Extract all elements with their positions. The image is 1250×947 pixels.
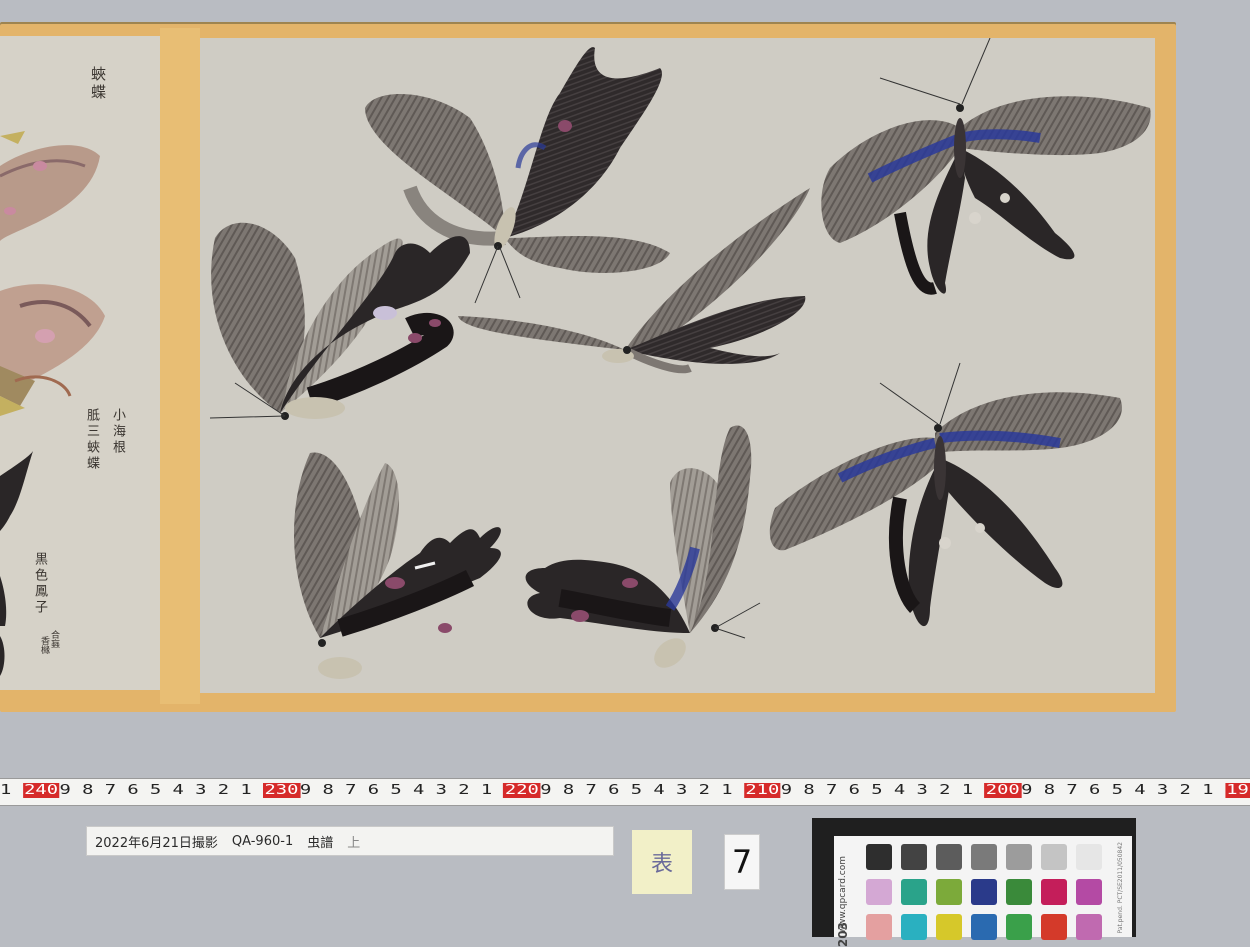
- color-swatch: [901, 879, 927, 905]
- color-swatch: [971, 914, 997, 940]
- volume-label: 上: [347, 835, 361, 851]
- ruler-mm-digits: 9 8 7 6 5 4 3 2 1: [780, 783, 985, 798]
- caption-vertical-5: 合蝱: [49, 630, 59, 648]
- color-card-face: www.qpcard.com 203 Pat.pend. PCT/SE2011/…: [834, 836, 1132, 947]
- color-swatch: [1041, 844, 1067, 870]
- ruler-cm-marker: 230: [263, 783, 300, 798]
- moth-illustration-middle: [0, 284, 105, 416]
- ruler-scale-numbers: 1 2409 8 7 6 5 4 3 2 1 2309 8 7 6 5 4 3 …: [0, 783, 1250, 798]
- caption-vertical-2: 胝三蛺蝶: [84, 408, 99, 472]
- color-swatch: [936, 914, 962, 940]
- caption-vertical-3: 黒色鳳子: [32, 552, 47, 616]
- color-swatch: [866, 914, 892, 940]
- butterfly-left-middle: [209, 222, 470, 420]
- color-swatch: [971, 844, 997, 870]
- ruler-mm-digits: 9 8 7 6 5 4 3 2 1: [299, 783, 504, 798]
- butterfly-bottom-center: [525, 425, 761, 668]
- photograph: 蛺蝶 小海根 胝三蛺蝶 黒色鳳子 香櫞 合蝱 1 2409 8 7 6 5 4 …: [0, 0, 1250, 947]
- ruler-mm-digits: 9 8 7 6 5 4 3 2 1: [540, 783, 744, 798]
- caption-vertical-1: 小海根: [110, 408, 125, 456]
- ruler-cm-marker: 240: [22, 783, 60, 798]
- photo-date: 2022年6月21日撮影: [95, 835, 218, 851]
- color-swatch: [936, 844, 962, 870]
- book-gutter: [160, 28, 200, 704]
- ruler-mm-digits: 1: [0, 783, 23, 798]
- color-swatch: [1041, 879, 1067, 905]
- side-note-card: 表: [632, 830, 692, 894]
- ruler-cm-marker: 210: [743, 783, 781, 798]
- page-number-card: 7: [724, 834, 760, 890]
- color-calibration-card: www.qpcard.com 203 Pat.pend. PCT/SE2011/…: [812, 818, 1136, 947]
- left-page-illustrations: [0, 131, 105, 676]
- color-swatch: [1076, 914, 1102, 940]
- color-swatch: [1076, 844, 1102, 870]
- color-swatch: [936, 879, 962, 905]
- book-name: 虫譜: [307, 835, 334, 851]
- page-title-vertical: 蛺蝶: [89, 66, 107, 102]
- ruler-cm-marker: 220: [503, 783, 541, 798]
- color-swatch: [1076, 879, 1102, 905]
- color-swatch: [901, 844, 927, 870]
- ruler-mm-digits: 9 8 7 6 5 4 3 2 1: [59, 783, 264, 798]
- color-swatch: [1006, 879, 1032, 905]
- photo-label-strip: 2022年6月21日撮影 QA-960-1 虫譜 上: [86, 826, 614, 856]
- main-page: [200, 37, 1155, 693]
- color-swatch: [1006, 914, 1032, 940]
- ruler-cm-marker: 200: [984, 783, 1022, 798]
- color-swatch: [901, 914, 927, 940]
- ruler-cm-marker: 19: [1224, 783, 1250, 798]
- color-swatch: [866, 879, 892, 905]
- butterfly-bottom-left: [293, 452, 501, 679]
- butterfly-illustration-left: [0, 451, 33, 676]
- color-card-fine-print: Pat.pend. PCT/SE2011/050842: [1117, 842, 1124, 934]
- ruler-mm-digits: 9 8 7 6 5 4 3 2 1: [1021, 783, 1225, 798]
- butterfly-top-right-blue: [821, 37, 1151, 295]
- catalog-code: QA-960-1: [231, 833, 294, 849]
- moth-illustration-top: [0, 131, 100, 241]
- color-swatch: [971, 879, 997, 905]
- color-swatch: [1006, 844, 1032, 870]
- measuring-ruler: 1 2409 8 7 6 5 4 3 2 1 2309 8 7 6 5 4 3 …: [0, 778, 1250, 806]
- butterfly-bottom-right-blue: [769, 362, 1122, 627]
- left-page: 蛺蝶 小海根 胝三蛺蝶 黒色鳳子 香櫞 合蝱: [0, 36, 160, 690]
- color-card-code: 203: [836, 922, 850, 947]
- color-swatch: [866, 844, 892, 870]
- color-swatch: [1041, 914, 1067, 940]
- butterfly-painting: [209, 37, 1151, 679]
